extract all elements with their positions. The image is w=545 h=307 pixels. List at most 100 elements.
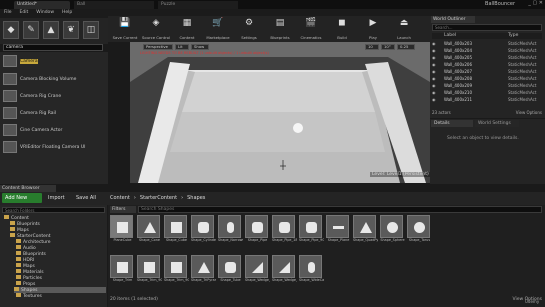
place-search-input[interactable]: camera xyxy=(3,44,103,51)
asset-thumbnail xyxy=(326,215,349,238)
asset-thumbnail xyxy=(380,215,403,238)
outliner-row[interactable]: ◉ Wall_400x211 StaticMeshAct xyxy=(432,96,542,102)
marketplace-button[interactable]: 🛒 Marketplace xyxy=(203,18,233,40)
asset-tile[interactable]: Shape_WideCapsule xyxy=(299,255,324,291)
place-item-label: Camera Blocking Volume xyxy=(20,76,77,82)
asset-tile[interactable]: Shape_Tube xyxy=(218,255,243,291)
outliner-row[interactable]: ◉ Wall_400x205 StaticMeshAct xyxy=(432,54,542,60)
breadcrumb-shapes[interactable]: Shapes xyxy=(187,195,205,201)
asset-thumbnail xyxy=(272,215,295,238)
outliner-search-input[interactable]: Search... xyxy=(432,24,542,31)
outliner-view-options[interactable]: View Options xyxy=(516,110,542,115)
place-item-camera-blocking-volume[interactable]: Camera Blocking Volume xyxy=(3,72,107,86)
asset-tile[interactable]: Shape_Cone xyxy=(137,215,162,251)
asset-tile[interactable]: Shape_Cylinder xyxy=(191,215,216,251)
asset-tile[interactable]: Shape_Wedge_A xyxy=(245,255,270,291)
level-tab-untitled[interactable]: Untitled* xyxy=(14,1,70,9)
asset-tile[interactable]: Shape_QuadPyramid xyxy=(353,215,378,251)
asset-name: Shape_QuadPyramid xyxy=(353,238,378,242)
shape-icon xyxy=(144,222,156,233)
asset-search-input[interactable]: Search Shapes xyxy=(138,206,542,213)
geometry-mode-icon[interactable]: ◫ xyxy=(83,21,99,39)
outliner-row[interactable]: ◉ Wall_400x206 StaticMeshAct xyxy=(432,61,542,67)
save-current-button[interactable]: 💾 Save Current xyxy=(110,18,140,40)
import-button[interactable]: Import xyxy=(46,194,72,203)
folder-icon xyxy=(16,263,21,267)
place-item-camera-rig-rail[interactable]: Camera Rig Rail xyxy=(3,106,107,120)
folder-search-input[interactable]: Search Folders xyxy=(2,207,105,213)
level-tab-ball[interactable]: Ball xyxy=(74,1,154,9)
world-outliner-tab[interactable]: World Outliner xyxy=(431,16,475,23)
asset-tile[interactable]: Shape_NarrowCapsule xyxy=(218,215,243,251)
asset-name: Shape_Wedge_A xyxy=(245,278,270,282)
outliner-row[interactable]: ◉ Wall_400x204 StaticMeshAct xyxy=(432,47,542,53)
settings-button[interactable]: ⚙ Settings xyxy=(234,18,264,40)
menu-edit[interactable]: Edit xyxy=(20,10,29,17)
place-item-camera[interactable]: Camera xyxy=(3,54,107,68)
blueprints-button[interactable]: ▤ Blueprints xyxy=(265,18,295,40)
asset-tile[interactable]: Shape_Plane xyxy=(326,215,351,251)
col-type[interactable]: Type xyxy=(508,33,518,39)
asset-tile[interactable]: Shape_Pipe_90 xyxy=(299,215,324,251)
asset-tile[interactable]: Shape_Pipe_180 xyxy=(272,215,297,251)
launch-button[interactable]: ⏏ Launch xyxy=(389,18,419,40)
outliner-row[interactable]: ◉ Wall_400x210 StaticMeshAct xyxy=(432,89,542,95)
window-controls[interactable]: _ ▢ ✕ xyxy=(517,0,543,9)
add-new-button[interactable]: Add New xyxy=(2,193,42,203)
asset-tile[interactable]: Shape_Torus xyxy=(407,215,432,251)
play-button[interactable]: ▶ Play xyxy=(358,18,388,40)
outliner-row[interactable]: ◉ Wall_400x203 StaticMeshAct xyxy=(432,40,542,46)
asset-tile[interactable]: Shape_Trim_90_In xyxy=(137,255,162,291)
details-tab[interactable]: Details xyxy=(431,120,473,127)
tree-item[interactable]: Textures xyxy=(16,293,42,299)
filters-button[interactable]: Filters xyxy=(110,206,136,213)
grid-snap-value[interactable]: 10 xyxy=(365,44,379,50)
paint-mode-icon[interactable]: ✎ xyxy=(23,21,39,39)
asset-tile[interactable]: PlaneCube xyxy=(110,215,135,251)
outliner-row[interactable]: ◉ Wall_400x207 StaticMeshAct xyxy=(432,68,542,74)
asset-thumbnail xyxy=(110,255,133,278)
perspective-button[interactable]: Perspective xyxy=(143,44,173,50)
landscape-mode-icon[interactable]: ▲ xyxy=(43,21,59,39)
outliner-row[interactable]: ◉ Wall_400x208 StaticMeshAct xyxy=(432,75,542,81)
level-tab-puzzle[interactable]: Puzzle xyxy=(158,1,238,9)
asset-tile[interactable]: Shape_Wedge_B xyxy=(272,255,297,291)
menu-help[interactable]: Help xyxy=(62,10,72,17)
asset-thumbnail xyxy=(137,215,160,238)
foliage-mode-icon[interactable]: ❦ xyxy=(63,21,79,39)
actor-type: StaticMeshAct xyxy=(508,68,537,74)
lit-button[interactable]: Lit xyxy=(175,44,189,50)
save-all-button[interactable]: Save All xyxy=(74,194,104,203)
menu-file[interactable]: File xyxy=(4,10,12,17)
place-item-camera-rig-crane[interactable]: Camera Rig Crane xyxy=(3,89,107,103)
toolbar-label: Play xyxy=(369,35,377,40)
breadcrumb-startercontent[interactable]: StarterContent xyxy=(140,195,177,201)
place-mode-icon[interactable]: ◆ xyxy=(3,21,19,39)
asset-tile[interactable]: Shape_Trim xyxy=(110,255,135,291)
col-label[interactable]: Label xyxy=(432,33,508,39)
content-button[interactable]: ▦ Content xyxy=(172,18,202,40)
asset-tile[interactable]: Shape_Sphere xyxy=(380,215,405,251)
shape-icon xyxy=(227,222,234,233)
breadcrumb-content[interactable]: Content xyxy=(110,195,130,201)
outliner-row[interactable]: ◉ Wall_400x209 StaticMeshAct xyxy=(432,82,542,88)
asset-tile[interactable]: Shape_TriPyramid xyxy=(191,255,216,291)
menu-window[interactable]: Window xyxy=(36,10,54,17)
cinematics-button[interactable]: 🎬 Cinematics xyxy=(296,18,326,40)
asset-tile[interactable]: Shape_Trim_90_Out xyxy=(164,255,189,291)
shape-icon xyxy=(117,262,128,273)
world-settings-tab[interactable]: World Settings xyxy=(475,120,519,127)
level-viewport[interactable] xyxy=(130,42,430,183)
scale-snap-value[interactable]: 0.25 xyxy=(397,44,415,50)
place-item-cine-camera-actor[interactable]: Cine Camera Actor xyxy=(3,123,107,137)
content-browser-tab[interactable]: Content Browser xyxy=(0,185,56,192)
asset-tile[interactable]: Shape_Cube xyxy=(164,215,189,251)
build-button[interactable]: ◼ Build xyxy=(327,18,357,40)
rotation-snap-value[interactable]: 10° xyxy=(381,44,395,50)
source-control-button[interactable]: ◈ Source Control xyxy=(141,18,171,40)
show-button[interactable]: Show xyxy=(191,44,209,50)
asset-name: Shape_Plane xyxy=(327,238,350,242)
asset-tile[interactable]: Shape_Pipe xyxy=(245,215,270,251)
shape-icon xyxy=(360,222,372,233)
place-item-vr-floating-camera[interactable]: VRIEditor Floating Camera UI xyxy=(3,140,107,154)
